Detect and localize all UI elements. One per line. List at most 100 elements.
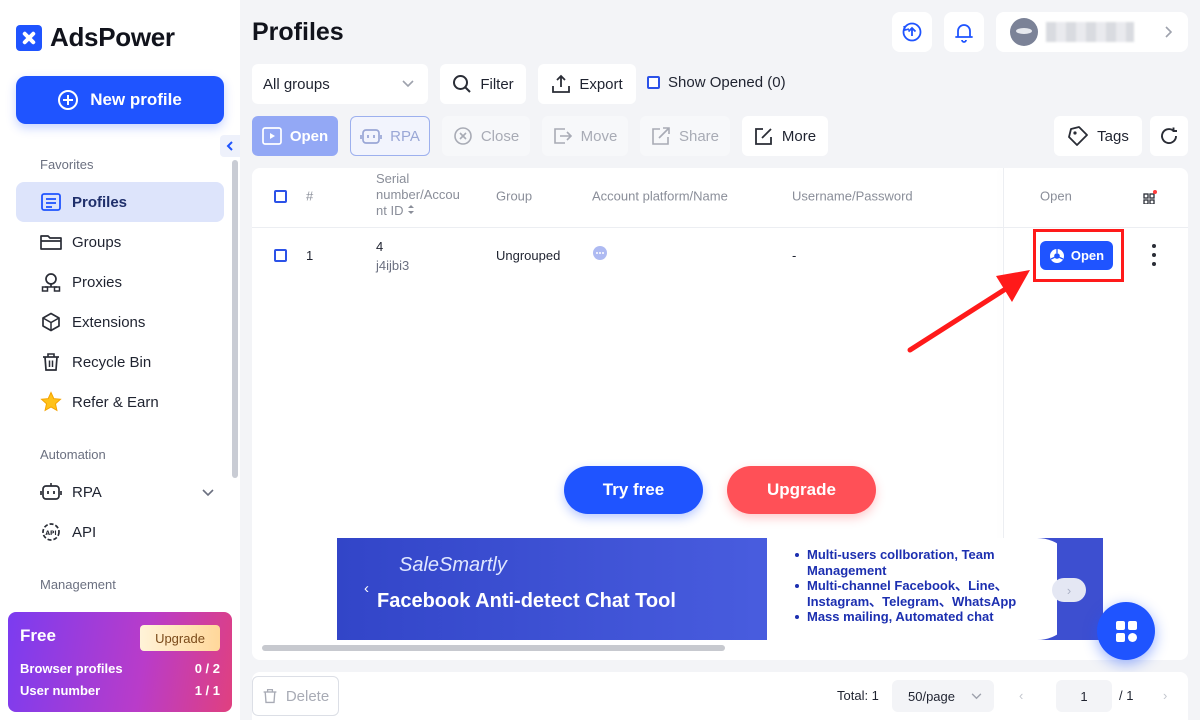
sync-icon: [902, 22, 922, 42]
move-icon: [553, 128, 572, 144]
show-opened-toggle[interactable]: Show Opened (0): [647, 74, 786, 91]
column-header-platform: Account platform/Name: [592, 188, 728, 204]
move-button[interactable]: Move: [542, 116, 628, 156]
delete-button[interactable]: Delete: [252, 676, 339, 716]
rpa-label: RPA: [390, 127, 420, 145]
next-page-button[interactable]: ›: [1163, 688, 1167, 703]
close-button[interactable]: Close: [442, 116, 530, 156]
table-footer: [252, 672, 1188, 720]
column-settings-button[interactable]: [1143, 190, 1157, 209]
robot-icon: [360, 129, 382, 144]
app-logo[interactable]: AdsPower: [16, 22, 175, 53]
collapse-sidebar-button[interactable]: [220, 135, 240, 157]
row-credentials: -: [792, 248, 797, 263]
notifications-button[interactable]: [944, 12, 984, 52]
column-header-serial[interactable]: Serial number/Accou nt ID: [376, 171, 460, 219]
sidebar-item-label: Proxies: [72, 273, 123, 291]
browser-window-icon: [261, 127, 282, 145]
sidebar-item-label: Extensions: [72, 313, 146, 331]
sidebar-item-label: API: [72, 523, 97, 541]
row-index: 1: [306, 248, 314, 263]
row-serial: 4: [376, 239, 384, 254]
refresh-icon: [1161, 127, 1177, 144]
select-all-checkbox[interactable]: [274, 190, 287, 203]
page-number-input[interactable]: 1: [1056, 680, 1112, 712]
banner-prev-arrow[interactable]: ‹: [364, 580, 369, 597]
trash-icon: [263, 688, 277, 704]
plan-card: Free Upgrade Browser profiles 0 / 2 User…: [8, 612, 232, 712]
tags-label: Tags: [1097, 127, 1129, 145]
sidebar-item-profiles[interactable]: Profiles: [16, 182, 224, 222]
sidebar-item-proxies[interactable]: Proxies: [16, 262, 224, 302]
promo-banner[interactable]: SaleSmartly Facebook Anti-detect Chat To…: [337, 538, 1103, 640]
banner-bullets: Multi-users collboration, Team Managemen…: [795, 547, 1016, 625]
annotation-arrow: [907, 270, 1030, 353]
user-number-value: 1 / 1: [194, 683, 220, 698]
try-free-button[interactable]: Try free: [564, 466, 703, 514]
total-count: Total: 1: [837, 688, 879, 703]
open-selected-label: Open: [289, 127, 329, 145]
refresh-button[interactable]: [1150, 116, 1188, 156]
row-account-id: j4ijbi3: [376, 258, 410, 273]
section-management: Management: [40, 577, 116, 592]
close-label: Close: [480, 127, 520, 145]
banner-bullet: Mass mailing, Automated chat: [795, 609, 1016, 625]
group-select[interactable]: All groups: [252, 64, 428, 104]
sort-icon[interactable]: [407, 204, 415, 215]
chevron-down-icon: [402, 80, 414, 88]
apps-grid-icon: [1115, 620, 1137, 642]
show-opened-checkbox[interactable]: [647, 76, 660, 89]
tags-button[interactable]: Tags: [1054, 116, 1142, 156]
page-size-select[interactable]: 50/page: [892, 680, 994, 712]
table-horizontal-scrollbar[interactable]: [262, 645, 725, 651]
export-button[interactable]: Export: [538, 64, 636, 104]
chevron-left-icon: [226, 141, 233, 151]
folder-icon: [40, 231, 62, 253]
edit-icon: [755, 128, 772, 145]
new-profile-button[interactable]: New profile: [16, 76, 224, 124]
banner-next-arrow[interactable]: ›: [1052, 578, 1086, 602]
close-circle-icon: [454, 127, 472, 145]
filter-button[interactable]: Filter: [440, 64, 526, 104]
sidebar-item-recycle-bin[interactable]: Recycle Bin: [16, 342, 224, 382]
plan-upgrade-button[interactable]: Upgrade: [140, 625, 220, 651]
share-button[interactable]: Share: [640, 116, 730, 156]
search-icon: [453, 75, 472, 93]
move-label: Move: [580, 127, 618, 145]
banner-bullet-cont: Management: [807, 562, 887, 578]
open-selected-button[interactable]: Open: [252, 116, 338, 156]
page-count: / 1: [1119, 688, 1134, 703]
account-menu[interactable]: [996, 12, 1188, 52]
sync-button[interactable]: [892, 12, 932, 52]
sidebar-item-label: Recycle Bin: [72, 353, 152, 371]
column-header-index: #: [306, 188, 314, 204]
sidebar-item-groups[interactable]: Groups: [16, 222, 224, 262]
sidebar-item-extensions[interactable]: Extensions: [16, 302, 224, 342]
row-group: Ungrouped: [496, 248, 561, 263]
sidebar-scrollbar[interactable]: [232, 160, 238, 478]
rpa-button[interactable]: RPA: [350, 116, 430, 156]
trash-icon: [40, 351, 62, 373]
sidebar-item-label: RPA: [72, 483, 102, 501]
sidebar-item-rpa[interactable]: RPA: [16, 472, 224, 512]
upgrade-button[interactable]: Upgrade: [727, 466, 876, 514]
upload-icon: [552, 74, 571, 93]
chevron-down-icon: [971, 692, 982, 699]
platform-more-icon[interactable]: [593, 246, 607, 260]
browser-profiles-usage: Browser profiles 0 / 2: [20, 661, 220, 676]
floating-apps-button[interactable]: [1097, 602, 1155, 660]
row-checkbox[interactable]: [274, 249, 287, 262]
row-more-menu-button[interactable]: [1150, 244, 1158, 266]
svg-text:API: API: [45, 530, 56, 537]
sidebar: AdsPower New profile Favorites Profiles …: [0, 0, 240, 720]
browser-profiles-label: Browser profiles: [20, 661, 123, 676]
sidebar-item-refer-earn[interactable]: Refer & Earn: [16, 382, 224, 422]
prev-page-button[interactable]: ‹: [1019, 688, 1023, 703]
banner-headline: Facebook Anti-detect Chat Tool: [377, 590, 676, 612]
app-name: AdsPower: [50, 22, 175, 52]
sidebar-item-api[interactable]: API API: [16, 512, 224, 552]
more-button[interactable]: More: [742, 116, 828, 156]
account-name-redacted: [1046, 22, 1134, 42]
more-label: More: [781, 127, 817, 145]
bell-icon: [955, 24, 973, 43]
